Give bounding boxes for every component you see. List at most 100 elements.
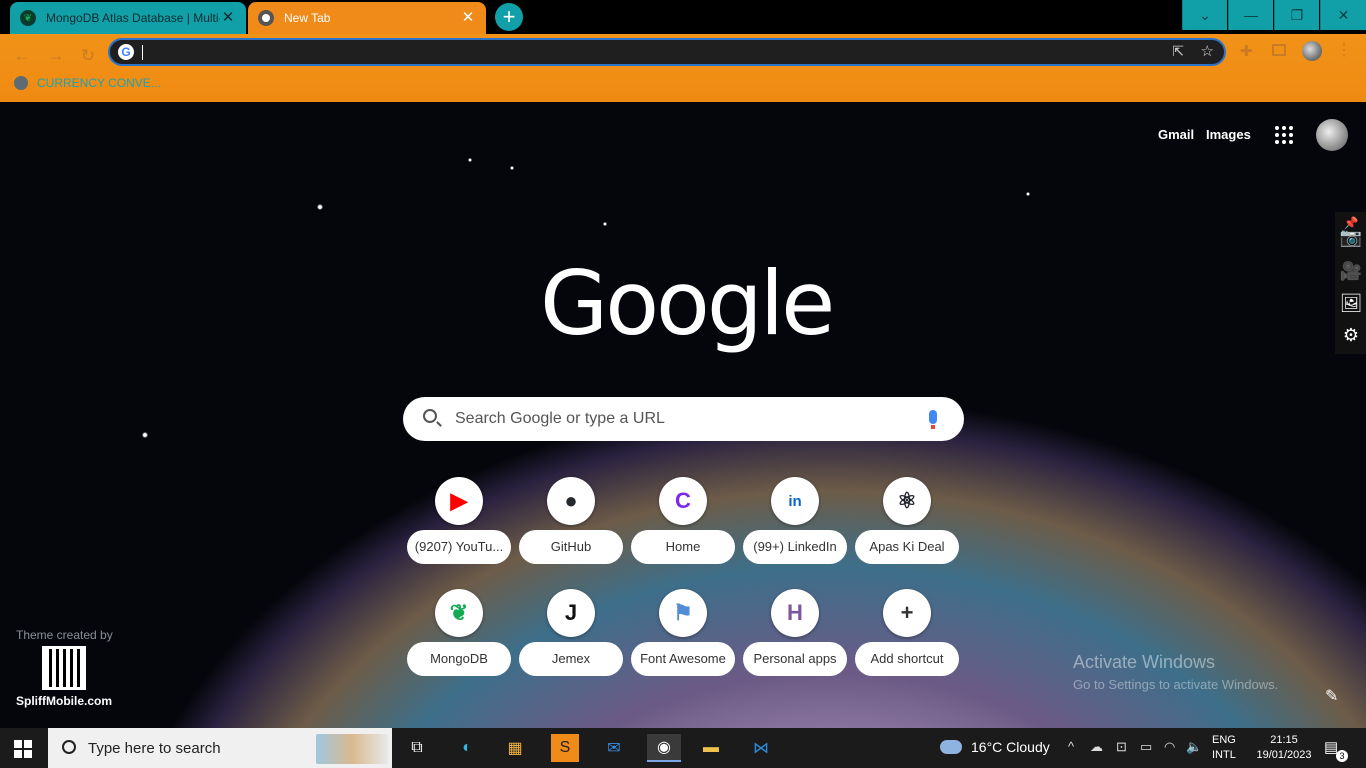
theme-site[interactable]: SpliffMobile.com	[16, 694, 112, 708]
shortcut-tile[interactable]: ▶ (9207) YouTu...	[407, 477, 511, 577]
microsoft-store-icon[interactable]: ▦	[501, 734, 529, 762]
battery-icon[interactable]: ▭	[1140, 739, 1152, 755]
search-icon	[62, 740, 76, 754]
weather-widget[interactable]: 16°C Cloudy	[940, 739, 1050, 755]
file-explorer-icon[interactable]: ▬	[697, 734, 725, 762]
close-tab-icon[interactable]: ✕	[220, 10, 236, 26]
heroku-icon: H	[771, 589, 819, 637]
reload-icon[interactable]: ↻	[76, 44, 100, 68]
chrome-icon	[258, 10, 274, 26]
keyboard-layout: INTL	[1212, 749, 1236, 761]
search-highlight-art	[316, 734, 388, 764]
shortcut-label: MongoDB	[407, 642, 511, 676]
bookmark-label: CURRENCY CONVE...	[37, 76, 161, 90]
search-icon	[423, 409, 437, 423]
shortcut-label: GitHub	[519, 530, 623, 564]
bookmark-star-icon[interactable]: ☆	[1201, 42, 1214, 60]
new-tab-button[interactable]: +	[495, 3, 523, 31]
clock-date: 19/01/2023	[1256, 749, 1312, 761]
shortcut-tile[interactable]: ● GitHub	[519, 477, 623, 577]
ntp-search-box[interactable]: Search Google or type a URL	[403, 397, 964, 441]
side-panel-icon[interactable]	[1272, 44, 1286, 56]
flag-icon: ⚑	[659, 589, 707, 637]
onedrive-cloud-icon[interactable]: ☁	[1090, 739, 1103, 755]
address-bar[interactable]: G ⇱ ☆	[108, 38, 1226, 66]
taskbar-search-box[interactable]: Type here to search	[48, 728, 392, 768]
shortcut-glyph: ⚛	[897, 488, 917, 513]
shortcut-tile[interactable]: + Add shortcut	[855, 589, 959, 689]
bookmark-currency-converter[interactable]: CURRENCY CONVE...	[14, 76, 161, 90]
volume-icon[interactable]: 🔈	[1186, 739, 1202, 755]
share-icon[interactable]: ⇱	[1172, 43, 1184, 60]
language-indicator[interactable]: ENG INTL	[1212, 733, 1236, 763]
google-logo: Google	[540, 252, 835, 355]
search-placeholder: Search Google or type a URL	[455, 410, 665, 427]
close-window-button[interactable]: ✕	[1320, 0, 1366, 30]
shortcut-tile[interactable]: C Home	[631, 477, 735, 577]
mail-icon[interactable]: ✉	[600, 734, 628, 762]
shortcut-label: Font Awesome	[631, 642, 735, 676]
shortcut-label: (99+) LinkedIn	[743, 530, 847, 564]
customize-pencil-icon[interactable]: ✎	[1325, 686, 1338, 706]
account-avatar[interactable]	[1316, 119, 1348, 151]
tab-title: New Tab	[284, 11, 331, 25]
shortcut-label: Home	[631, 530, 735, 564]
tab-mongodb-atlas[interactable]: ❦ MongoDB Atlas Database | Multi- ✕	[10, 2, 246, 34]
taskbar-search-placeholder: Type here to search	[88, 740, 221, 757]
shortcut-tile[interactable]: H Personal apps	[743, 589, 847, 689]
shortcut-label: (9207) YouTu...	[407, 530, 511, 564]
usb-device-icon[interactable]: ⊡	[1116, 739, 1127, 755]
task-view-icon[interactable]: ⧉	[403, 734, 431, 762]
close-tab-icon[interactable]: ✕	[460, 10, 476, 26]
globe-icon	[14, 76, 28, 90]
chrome-taskbar-icon[interactable]: ◉	[647, 734, 681, 762]
capture-toolbar: 📌 📷 🎥 🖼 ⚙	[1335, 212, 1366, 354]
tab-new-tab[interactable]: New Tab ✕	[248, 2, 486, 34]
system-clock[interactable]: 21:15 19/01/2023	[1256, 733, 1312, 763]
notification-count-badge: 3	[1336, 750, 1348, 762]
shortcut-glyph: ●	[564, 488, 578, 513]
back-arrow-icon[interactable]: ←	[10, 44, 34, 68]
show-hidden-icons-chevron-icon[interactable]: ^	[1068, 739, 1074, 754]
settings-gear-icon[interactable]: ⚙	[1339, 324, 1363, 346]
shortcut-label: Jemex	[519, 642, 623, 676]
shortcut-tile[interactable]: in (99+) LinkedIn	[743, 477, 847, 577]
forward-arrow-icon[interactable]: →	[44, 44, 68, 68]
plus-icon: +	[883, 589, 931, 637]
shortcut-tile[interactable]: J Jemex	[519, 589, 623, 689]
windows-taskbar: Type here to search ⧉ ◐ ▦ S ✉ ◉ ▬ ⋈ 16°C…	[0, 728, 1366, 768]
activate-windows-title: Activate Windows	[1073, 652, 1216, 672]
shortcut-tile[interactable]: ⚛ Apas Ki Deal	[855, 477, 959, 577]
shortcut-glyph: ⚑	[673, 600, 693, 625]
minimize-button[interactable]: —	[1228, 0, 1273, 30]
qr-code-icon	[42, 646, 86, 690]
shortcut-glyph: in	[788, 492, 802, 510]
new-tab-page: Gmail Images Google Search Google or typ…	[0, 102, 1366, 728]
profile-avatar[interactable]	[1302, 41, 1322, 61]
microphone-icon[interactable]	[929, 410, 937, 429]
shortcut-label: Personal apps	[743, 642, 847, 676]
kebab-menu-icon[interactable]: ⋮	[1336, 40, 1352, 60]
linkedin-icon: in	[771, 477, 819, 525]
google-apps-grid-icon[interactable]	[1275, 126, 1293, 144]
shortcut-tile[interactable]: ❦ MongoDB	[407, 589, 511, 689]
cloud-icon	[940, 740, 962, 754]
shortcut-glyph: ❦	[449, 600, 469, 625]
vscode-icon[interactable]: ⋈	[747, 734, 775, 762]
shortcut-glyph: ▶	[450, 488, 468, 513]
shortcut-tile[interactable]: ⚑ Font Awesome	[631, 589, 735, 689]
tab-search-button[interactable]: ⌄	[1182, 0, 1227, 30]
shortcut-label: Apas Ki Deal	[855, 530, 959, 564]
mongodb-leaf-icon: ❦	[20, 10, 36, 26]
images-link[interactable]: Images	[1206, 127, 1251, 142]
windows-start-icon[interactable]	[14, 740, 32, 758]
edge-browser-icon[interactable]: ◐	[453, 734, 481, 762]
extensions-puzzle-icon[interactable]: ✚	[1240, 42, 1253, 60]
sublime-text-icon[interactable]: S	[551, 734, 579, 762]
gallery-icon[interactable]: 🖼	[1339, 292, 1363, 314]
wifi-icon[interactable]: ◠	[1164, 739, 1175, 755]
gmail-link[interactable]: Gmail	[1158, 127, 1194, 142]
video-camera-icon[interactable]: 🎥	[1339, 260, 1363, 282]
restore-button[interactable]: ❐	[1274, 0, 1319, 30]
camera-icon[interactable]: 📷	[1339, 226, 1363, 248]
